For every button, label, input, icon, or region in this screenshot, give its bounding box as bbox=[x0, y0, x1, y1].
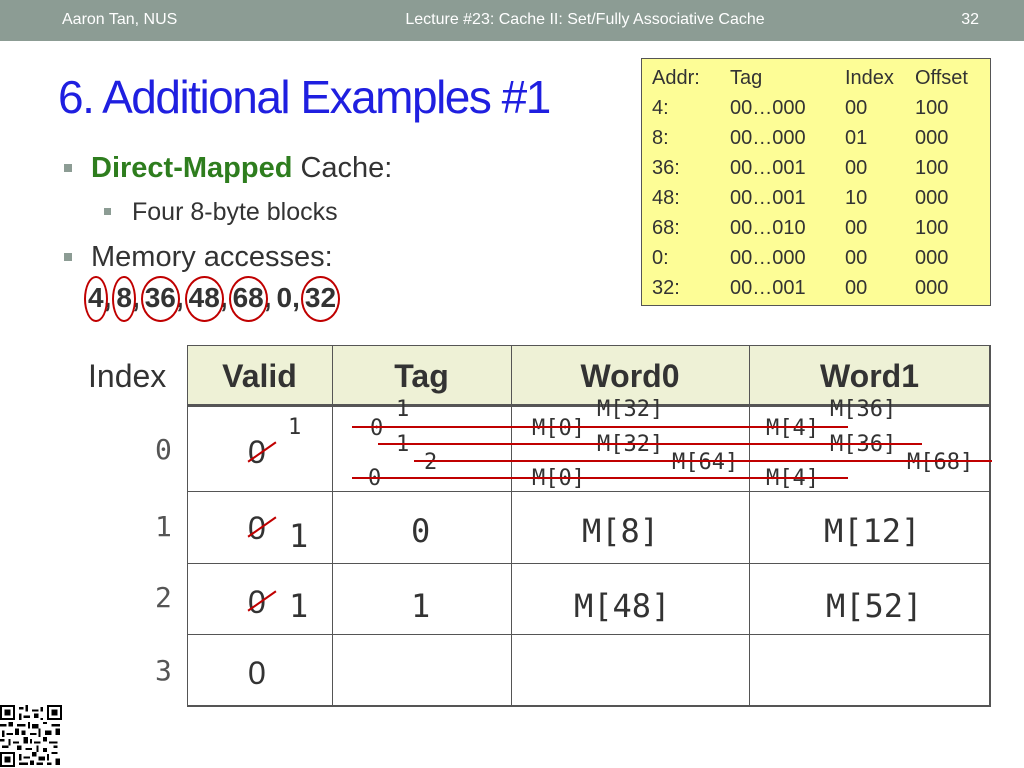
index-cell: 01 bbox=[845, 127, 868, 149]
offset-cell: 100 bbox=[915, 157, 949, 179]
tag-cell: 00…000 bbox=[730, 247, 806, 269]
access-item: 0 bbox=[276, 282, 293, 313]
index-column-label: Index bbox=[88, 358, 167, 394]
row2-word0: M[48] bbox=[574, 587, 671, 625]
addr-cell: 0: bbox=[652, 247, 669, 269]
row0-valid-old: 0 bbox=[248, 434, 266, 470]
header-lecture-title: Lecture #23: Cache II: Set/Fully Associa… bbox=[405, 11, 765, 28]
row0-tag-value: 2 bbox=[424, 450, 438, 475]
bullet-marker bbox=[104, 208, 111, 215]
index-cell: 00 bbox=[845, 217, 868, 239]
row2-word1: M[52] bbox=[826, 587, 923, 625]
column-header-word0: Word0 bbox=[580, 358, 680, 394]
slide-header: Aaron Tan, NUS Lecture #23: Cache II: Se… bbox=[0, 0, 1024, 41]
column-header-valid: Valid bbox=[222, 358, 297, 394]
access-item: 48 bbox=[184, 276, 224, 322]
address-breakdown-table: Addr: Tag Index Offset 4: 00…000 00 100 … bbox=[641, 58, 991, 306]
addr-cell: 68: bbox=[652, 217, 680, 239]
row0-word0-value: M[64] bbox=[672, 450, 739, 475]
access-item: 68 bbox=[228, 276, 268, 322]
addr-header-offset: Offset bbox=[915, 67, 968, 89]
addr-header-addr: Addr: bbox=[652, 67, 700, 89]
blocks-text: Four 8-byte blocks bbox=[132, 198, 338, 226]
tag-cell: 00…001 bbox=[730, 277, 806, 299]
bullet-text: Direct-Mapped Cache: bbox=[91, 152, 392, 185]
strike-line bbox=[352, 426, 848, 428]
addr-header-tag: Tag bbox=[730, 67, 763, 89]
strike-line bbox=[414, 460, 992, 462]
offset-cell: 000 bbox=[915, 187, 949, 209]
addr-header-index: Index bbox=[845, 67, 894, 89]
slide-title: 6. Additional Examples #1 bbox=[58, 71, 551, 123]
row0-tag-value: 1 bbox=[396, 397, 410, 422]
tag-cell: 00…001 bbox=[730, 187, 806, 209]
strike-line bbox=[378, 443, 922, 445]
access-item: 32 bbox=[300, 276, 341, 322]
access-item: 8 bbox=[112, 276, 136, 322]
tag-cell: 00…000 bbox=[730, 127, 806, 149]
addr-cell: 48: bbox=[652, 187, 680, 209]
row0-word1-value: M[36] bbox=[830, 397, 897, 422]
index-cell: 00 bbox=[845, 247, 868, 269]
column-header-word1: Word1 bbox=[820, 358, 919, 394]
index-number: 3 bbox=[155, 654, 172, 687]
tag-cell: 00…000 bbox=[730, 97, 806, 119]
index-cell: 00 bbox=[845, 277, 868, 299]
index-number: 0 bbox=[155, 433, 172, 466]
offset-cell: 000 bbox=[915, 277, 949, 299]
row0-word0-value: M[0] bbox=[532, 416, 585, 441]
index-cell: 00 bbox=[845, 157, 868, 179]
offset-cell: 100 bbox=[915, 217, 949, 239]
access-sequence: 4, 8, 36, 48, 68, 0, 32 bbox=[84, 276, 341, 322]
offset-cell: 000 bbox=[915, 127, 949, 149]
addr-cell: 8: bbox=[652, 127, 669, 149]
index-number: 1 bbox=[155, 510, 172, 543]
offset-cell: 100 bbox=[915, 97, 949, 119]
row0-word1-value: M[68] bbox=[907, 450, 974, 475]
row0-word0-value: M[32] bbox=[597, 397, 664, 422]
addr-cell: 32: bbox=[652, 277, 680, 299]
bullet-marker bbox=[64, 253, 72, 261]
tag-cell: 00…001 bbox=[730, 157, 806, 179]
row1-word0: M[8] bbox=[582, 512, 660, 550]
row3-valid: 0 bbox=[248, 655, 266, 691]
access-item: 4 bbox=[84, 276, 108, 322]
row1-tag: 0 bbox=[411, 512, 431, 550]
access-item: 36 bbox=[140, 276, 181, 322]
index-cell: 10 bbox=[845, 187, 868, 209]
header-page-number: 32 bbox=[961, 11, 979, 28]
addr-cell: 36: bbox=[652, 157, 680, 179]
column-header-tag: Tag bbox=[394, 358, 449, 394]
row1-valid-new: 1 bbox=[289, 517, 309, 555]
accesses-label: Memory accesses: bbox=[91, 241, 333, 273]
offset-cell: 000 bbox=[915, 247, 949, 269]
row0-tag-value: 0 bbox=[370, 416, 384, 441]
qr-code-icon bbox=[0, 705, 62, 767]
direct-mapped-label: Direct-Mapped bbox=[91, 152, 293, 184]
row1-word1: M[12] bbox=[824, 512, 921, 550]
tag-cell: 00…010 bbox=[730, 217, 806, 239]
row0-word1-value: M[4] bbox=[766, 416, 819, 441]
strike-line bbox=[352, 477, 848, 479]
row2-tag: 1 bbox=[411, 587, 431, 625]
cache-word: Cache: bbox=[292, 152, 393, 184]
bullet-marker bbox=[64, 164, 72, 172]
row2-valid-new: 1 bbox=[289, 587, 309, 625]
addr-cell: 4: bbox=[652, 97, 669, 119]
index-cell: 00 bbox=[845, 97, 868, 119]
index-number: 2 bbox=[155, 581, 172, 614]
row0-valid-new: 1 bbox=[288, 415, 302, 440]
